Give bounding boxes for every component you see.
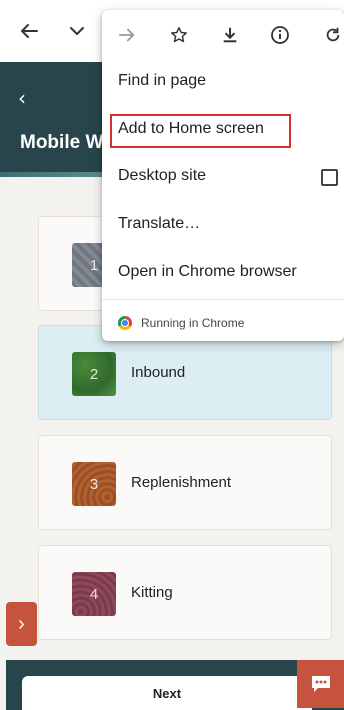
menu-item-find-in-page[interactable]: Find in page	[102, 58, 344, 106]
menu-item-open-in-chrome[interactable]: Open in Chrome browser	[102, 249, 344, 297]
chrome-overflow-menu: Find in page Add to Home screen Desktop …	[102, 10, 344, 341]
star-icon[interactable]	[168, 24, 190, 46]
chat-button[interactable]	[297, 660, 344, 708]
arrow-left-icon[interactable]	[16, 18, 42, 44]
step-label: Replenishment	[131, 474, 232, 491]
step-number: 3	[89, 475, 99, 493]
menu-item-label: Find in page	[118, 72, 207, 89]
next-button[interactable]: Next	[22, 676, 312, 710]
step-number-tile: 4	[72, 572, 116, 616]
step-card-4[interactable]: 4 Kitting	[38, 545, 332, 640]
reload-icon[interactable]	[322, 24, 344, 46]
chrome-logo-icon	[118, 316, 132, 330]
step-number: 2	[89, 365, 99, 383]
running-label: Running in Chrome	[141, 316, 245, 330]
step-number: 1	[89, 256, 99, 274]
step-number: 4	[89, 585, 99, 603]
chat-icon	[311, 676, 330, 692]
highlight-annotation	[110, 114, 291, 148]
step-number-tile: 2	[72, 352, 116, 396]
menu-item-label: Open in Chrome browser	[118, 263, 297, 280]
menu-divider	[102, 299, 344, 300]
expand-panel-button[interactable]: ›	[6, 602, 37, 646]
step-card-3[interactable]: 3 Replenishment	[38, 435, 332, 530]
chevron-down-icon[interactable]	[64, 18, 90, 44]
menu-item-desktop-site[interactable]: Desktop site	[102, 153, 344, 201]
step-label: Inbound	[131, 364, 186, 381]
chevron-right-icon: ›	[18, 612, 25, 635]
desktop-site-checkbox[interactable]	[321, 169, 338, 186]
header-back-icon[interactable]: ‹	[18, 86, 26, 110]
forward-icon[interactable]	[116, 24, 138, 46]
menu-icon-row	[102, 10, 344, 58]
page-title: Mobile W	[20, 132, 104, 153]
step-label: Kitting	[131, 584, 173, 601]
info-icon[interactable]	[269, 24, 291, 46]
download-icon[interactable]	[219, 24, 241, 46]
menu-item-translate[interactable]: Translate…	[102, 201, 344, 249]
step-number-tile: 3	[72, 462, 116, 506]
running-in-chrome: Running in Chrome	[118, 314, 244, 332]
menu-item-label: Desktop site	[118, 167, 207, 184]
menu-item-label: Translate…	[118, 215, 201, 232]
